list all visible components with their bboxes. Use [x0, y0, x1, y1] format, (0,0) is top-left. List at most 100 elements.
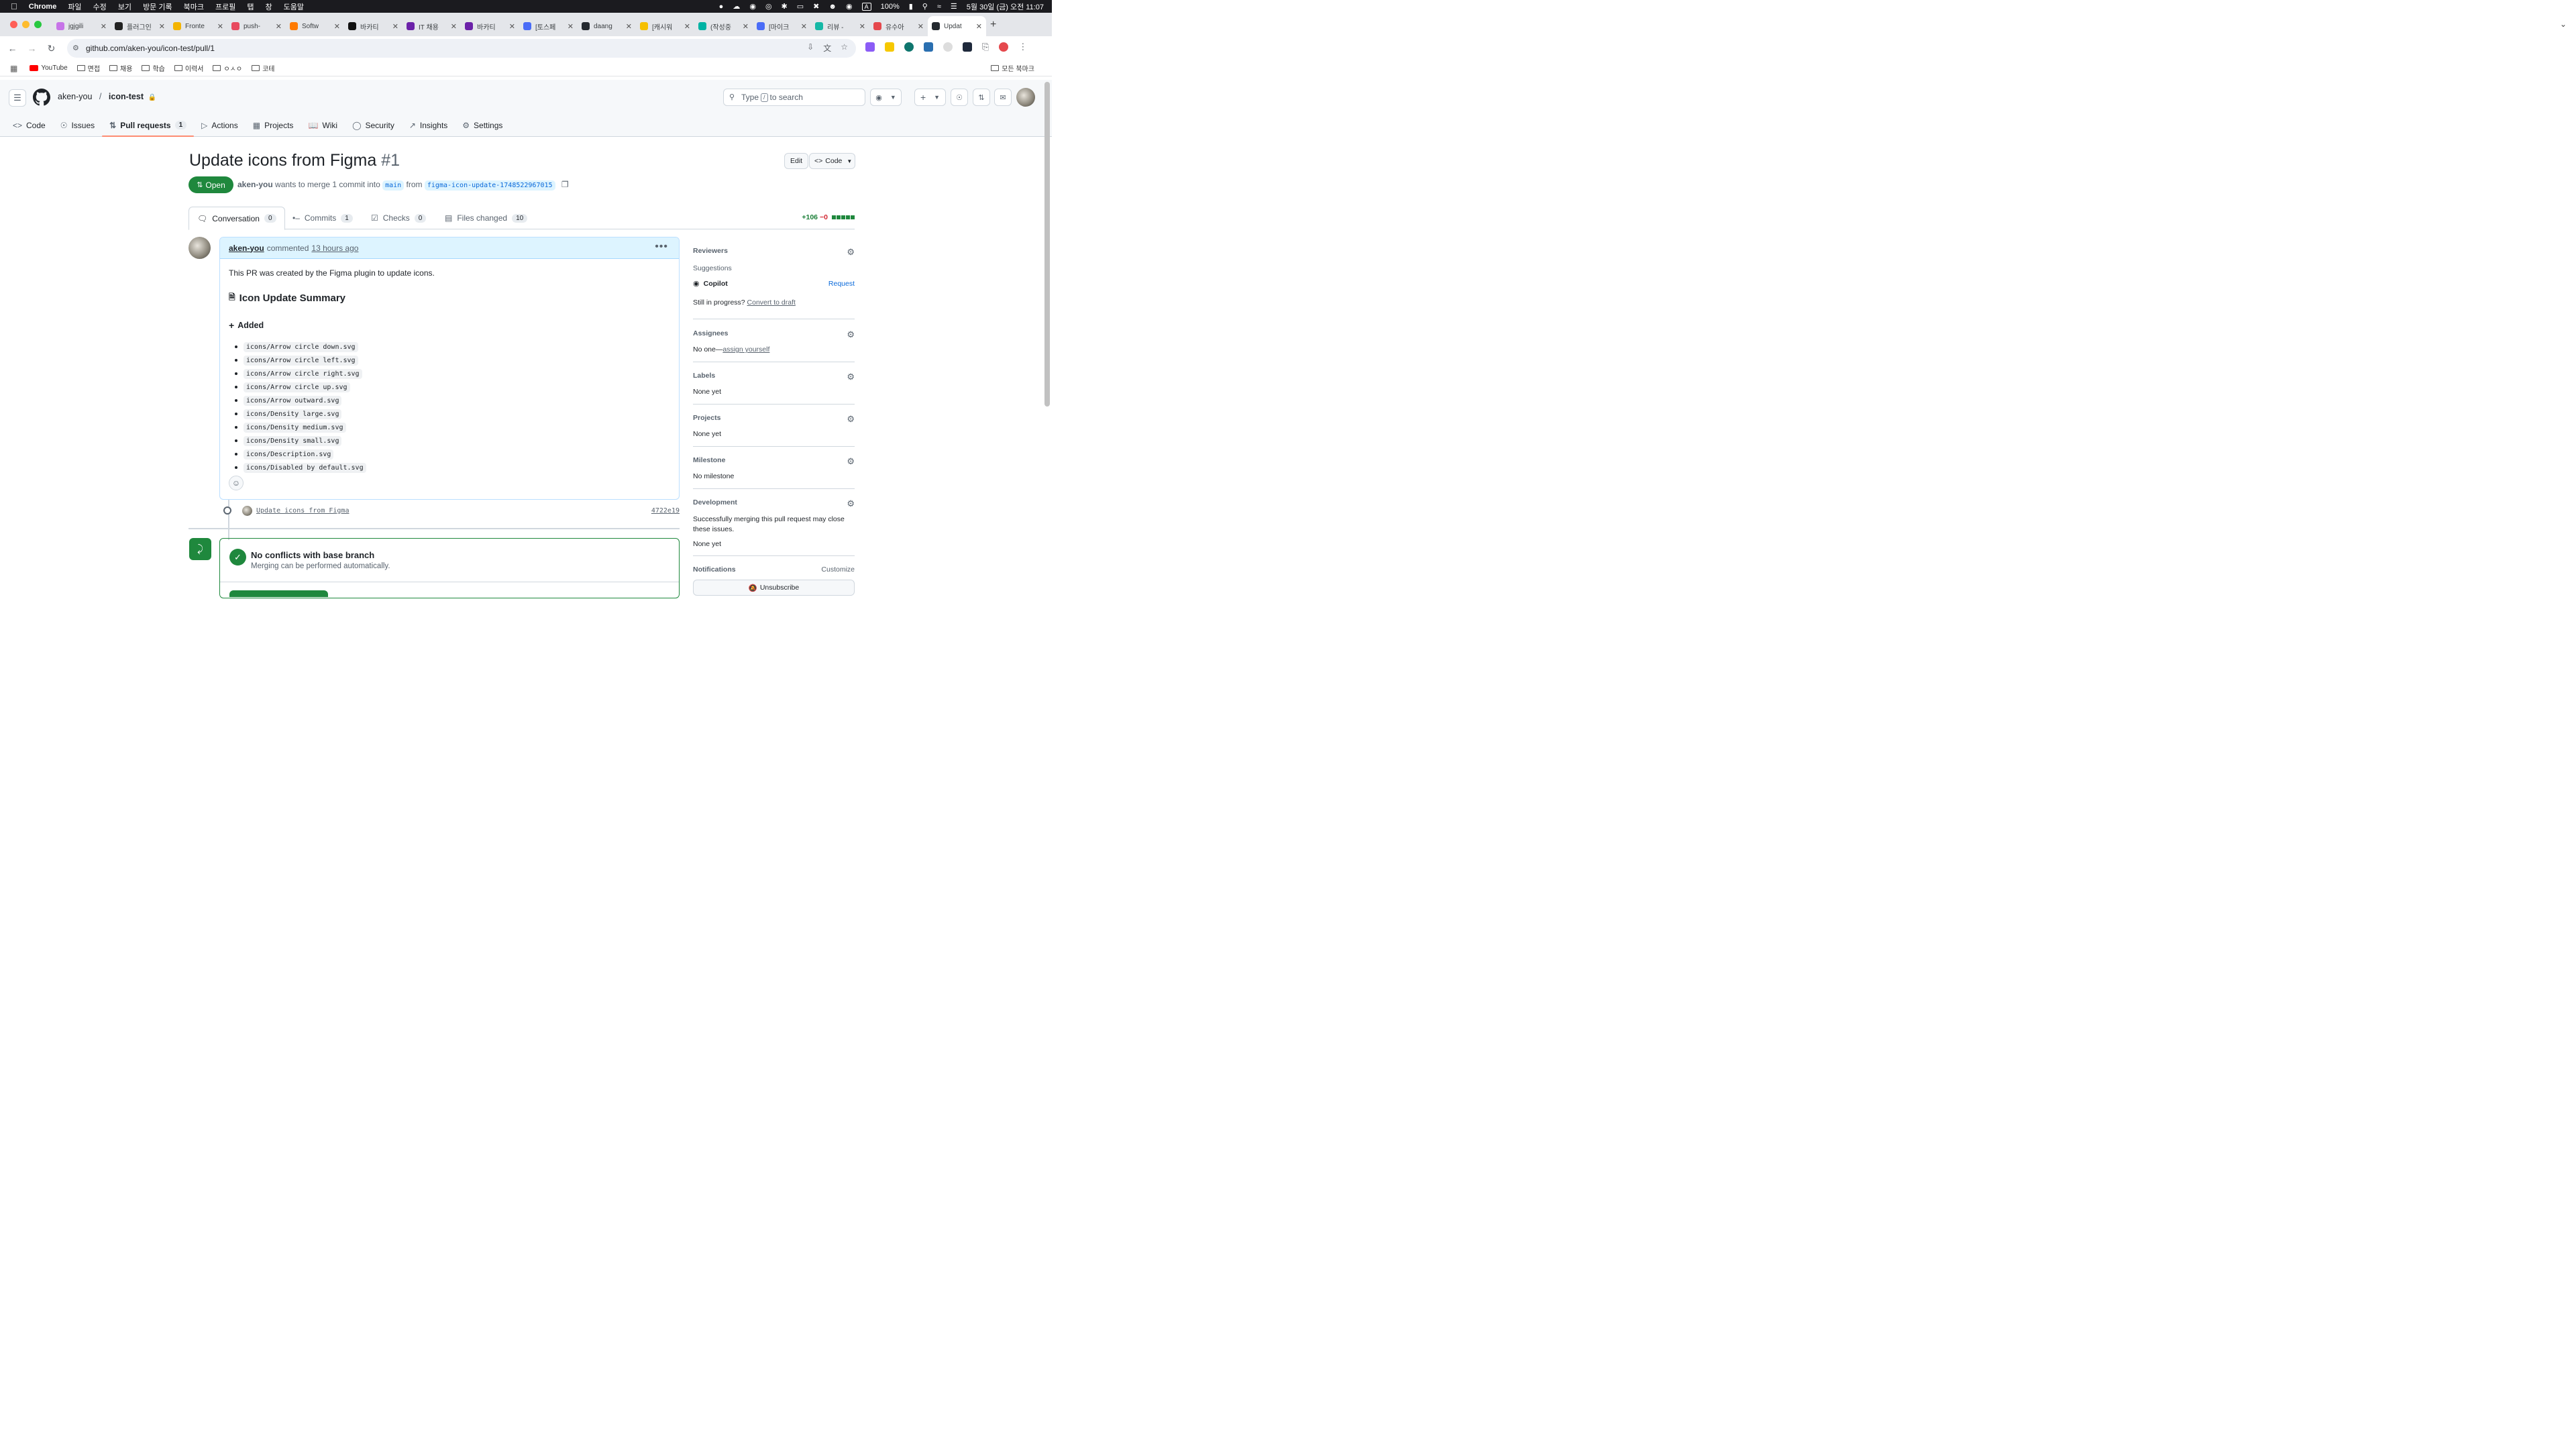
close-tab-icon[interactable]: ✕	[159, 22, 165, 31]
chrome-menu-icon[interactable]: ⋮	[1018, 42, 1027, 52]
reload-icon[interactable]: ↻	[42, 43, 61, 54]
tab-files-changed[interactable]: ▤ Files changed 10	[437, 207, 535, 229]
repo-tab-security[interactable]: ◯ Security	[345, 115, 402, 136]
close-tab-icon[interactable]: ✕	[976, 22, 982, 31]
page-scrollbar[interactable]	[1044, 82, 1050, 407]
bookmark-item[interactable]: 채용	[109, 63, 132, 73]
customize-link[interactable]: Customize	[821, 566, 855, 574]
repo-tab-settings[interactable]: ⚙ Settings	[455, 115, 510, 136]
browser-tab[interactable]: Fronte ✕	[169, 16, 227, 36]
browser-tab[interactable]: daang ✕	[578, 16, 636, 36]
menubar-clock[interactable]: 5월 30일 (금) 오전 11:07	[967, 1, 1044, 12]
merge-button[interactable]	[229, 590, 328, 597]
extension-icon[interactable]	[943, 42, 953, 52]
close-tab-icon[interactable]: ✕	[568, 22, 574, 31]
user-icon[interactable]: ☻	[828, 3, 837, 11]
input-source-icon[interactable]: A	[861, 2, 871, 11]
repo-tab-pull-requests[interactable]: ⇅ Pull requests 1	[102, 115, 195, 137]
menubar-item[interactable]: 프로필	[215, 1, 235, 12]
issues-button[interactable]: ☉	[951, 89, 968, 106]
gear-icon[interactable]: ⚙	[847, 247, 855, 258]
battery-icon[interactable]: ▮	[909, 2, 913, 11]
avatar[interactable]	[189, 237, 211, 259]
comment-time[interactable]: 13 hours ago	[311, 244, 358, 253]
repo-tab-projects[interactable]: ▦ Projects	[246, 115, 301, 136]
bookmark-item[interactable]: 코테	[252, 63, 274, 73]
bookmark-star-icon[interactable]: ☆	[841, 42, 848, 54]
close-tab-icon[interactable]: ✕	[392, 22, 398, 31]
pull-requests-button[interactable]: ⇅	[973, 89, 990, 106]
extension-icon[interactable]	[865, 42, 875, 52]
close-window-button[interactable]	[10, 21, 17, 28]
browser-tab[interactable]: 리뷰 - ✕	[811, 16, 869, 36]
zoom-window-button[interactable]	[34, 21, 42, 28]
repo-tab-issues[interactable]: ☉ Issues	[53, 115, 102, 136]
address-url[interactable]: github.com/aken-you/icon-test/pull/1	[86, 44, 215, 53]
extension-icon[interactable]	[904, 42, 914, 52]
tab-search-icon[interactable]: ⌄	[2560, 19, 2567, 29]
extension-icon[interactable]	[924, 42, 933, 52]
status-icon[interactable]: ●	[719, 3, 724, 11]
browser-tab[interactable]: Softw ✕	[286, 16, 344, 36]
create-new-button[interactable]: + ▼	[914, 89, 946, 106]
bookmark-item[interactable]: 학습	[142, 63, 165, 73]
tab-checks[interactable]: ☑ Checks 0	[363, 207, 434, 229]
status-icon[interactable]: ◉	[846, 2, 853, 11]
base-branch[interactable]: main	[382, 180, 405, 191]
extensions-puzzle-icon[interactable]: ⎘	[982, 42, 989, 52]
menubar-item[interactable]: 도움말	[284, 1, 304, 12]
back-icon[interactable]: ←	[3, 43, 22, 54]
site-info-icon[interactable]: ⚙	[72, 44, 79, 52]
menubar-item[interactable]: 방문 기록	[143, 1, 172, 12]
close-tab-icon[interactable]: ✕	[509, 22, 515, 31]
search-input[interactable]: ⚲ Type / to search	[723, 89, 865, 106]
menubar-item[interactable]: 파일	[68, 1, 81, 12]
close-tab-icon[interactable]: ✕	[684, 22, 690, 31]
mute-icon[interactable]: ✖	[813, 2, 819, 11]
unsubscribe-button[interactable]: 🔕 Unsubscribe	[693, 580, 855, 596]
bluetooth-icon[interactable]: ✱	[782, 2, 788, 11]
tab-commits[interactable]: •– Commits 1	[284, 207, 361, 229]
airdrop-icon[interactable]: ◎	[765, 2, 772, 11]
menubar-item[interactable]: 북마크	[184, 1, 204, 12]
inbox-button[interactable]: ✉	[994, 89, 1012, 106]
browser-tab[interactable]: 바카티 ✕	[344, 16, 402, 36]
avatar[interactable]	[242, 505, 252, 516]
browser-tab[interactable]: jgjgili ✕	[52, 16, 111, 36]
browser-tab[interactable]: [캐시워 ✕	[636, 16, 694, 36]
owner-link[interactable]: aken-you	[58, 92, 92, 101]
copy-icon[interactable]: ❐	[561, 180, 569, 189]
apps-grid-icon[interactable]: ▦	[10, 64, 17, 73]
close-tab-icon[interactable]: ✕	[276, 22, 282, 31]
browser-tab[interactable]: 플러그인 ✕	[111, 16, 169, 36]
bookmark-item[interactable]: 이력서	[174, 63, 203, 73]
address-bar[interactable]: ⚙ github.com/aken-you/icon-test/pull/1 ⇩…	[67, 39, 856, 58]
control-center-icon[interactable]: ☰	[951, 2, 957, 11]
repo-tab-wiki[interactable]: 📖 Wiki	[301, 115, 345, 136]
copilot-button[interactable]: ◉ ▼	[870, 89, 902, 106]
hamburger-menu-icon[interactable]: ☰	[9, 89, 26, 107]
close-tab-icon[interactable]: ✕	[626, 22, 632, 31]
gear-icon[interactable]: ⚙	[847, 372, 855, 382]
close-tab-icon[interactable]: ✕	[217, 22, 223, 31]
gear-icon[interactable]: ⚙	[847, 456, 855, 467]
assign-yourself-link[interactable]: assign yourself	[722, 345, 769, 354]
menubar-item[interactable]: 수정	[93, 1, 107, 12]
wifi-icon[interactable]: ≈	[937, 3, 941, 11]
request-review-link[interactable]: Request	[828, 280, 855, 288]
gear-icon[interactable]: ⚙	[847, 329, 855, 340]
browser-tab[interactable]: 바카티 ✕	[461, 16, 519, 36]
menubar-item[interactable]: 창	[265, 1, 272, 12]
profile-avatar[interactable]	[999, 42, 1009, 52]
tab-conversation[interactable]: 🗨 Conversation 0	[189, 207, 285, 230]
menubar-item[interactable]: 보기	[118, 1, 131, 12]
close-tab-icon[interactable]: ✕	[743, 22, 749, 31]
author-link[interactable]: aken-you	[237, 180, 273, 189]
add-reaction-icon[interactable]: ☺	[229, 476, 244, 490]
bookmark-item[interactable]: YouTube	[30, 64, 68, 72]
apple-icon[interactable]: 	[11, 1, 17, 11]
repo-tab-code[interactable]: <> Code	[5, 115, 53, 136]
bookmark-item[interactable]: 면접	[76, 63, 100, 73]
browser-tab[interactable]: Updat ✕	[928, 16, 986, 36]
github-logo-icon[interactable]	[33, 89, 50, 106]
